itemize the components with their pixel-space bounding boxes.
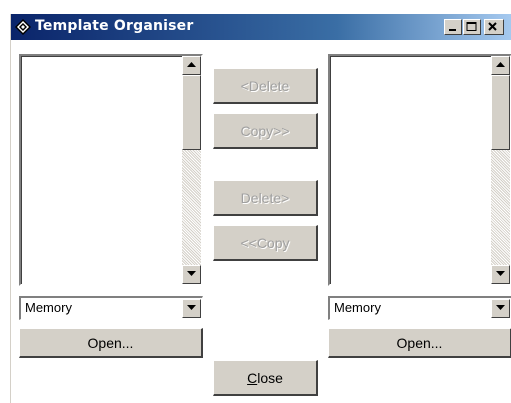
left-open-button[interactable]: Open... (19, 328, 203, 358)
left-list-scrollbar[interactable] (182, 56, 201, 284)
left-list-content[interactable] (21, 56, 201, 284)
delete-right-button[interactable]: Delete> (213, 180, 318, 216)
right-template-list[interactable] (328, 54, 511, 286)
right-scroll-thumb[interactable] (491, 75, 510, 150)
maximize-button[interactable] (463, 19, 481, 35)
right-source-combo[interactable]: Memory (328, 296, 511, 320)
close-icon (488, 22, 497, 31)
right-scroll-down-button[interactable] (491, 265, 510, 284)
left-combo-value: Memory (25, 300, 72, 315)
left-scroll-thumb[interactable] (182, 75, 201, 150)
right-list-scrollbar[interactable] (491, 56, 510, 284)
left-scroll-up-button[interactable] (182, 56, 201, 75)
window-title: Template Organiser (35, 18, 194, 34)
maximize-icon (466, 22, 477, 31)
arrow-down-icon (187, 271, 196, 276)
close-button-label-rest: lose (257, 369, 283, 386)
right-open-button[interactable]: Open... (328, 328, 511, 358)
minimize-icon (449, 29, 456, 31)
copy-left-button[interactable]: <<Copy (213, 225, 318, 261)
right-combo-dropdown-button[interactable] (491, 299, 510, 318)
chevron-down-icon (187, 305, 196, 310)
close-window-button[interactable] (484, 19, 504, 35)
copy-right-button[interactable]: Copy>> (213, 113, 318, 149)
left-source-combo[interactable]: Memory (19, 296, 203, 320)
left-template-list[interactable] (19, 54, 203, 286)
template-organiser-window: Template Organiser <Delete Copy>> Delete… (10, 14, 511, 403)
title-bar[interactable]: Template Organiser (11, 14, 511, 40)
arrow-up-icon (187, 62, 196, 67)
delete-left-button[interactable]: <Delete (213, 68, 318, 104)
right-scroll-up-button[interactable] (491, 56, 510, 75)
arrow-down-icon (496, 271, 505, 276)
left-combo-dropdown-button[interactable] (182, 299, 201, 318)
close-button[interactable]: Close (213, 360, 318, 396)
right-combo-value: Memory (334, 300, 381, 315)
close-button-mnemonic: C (247, 369, 258, 386)
app-icon[interactable] (15, 19, 31, 35)
arrow-up-icon (496, 62, 505, 67)
left-scroll-down-button[interactable] (182, 265, 201, 284)
chevron-down-icon (496, 305, 505, 310)
minimize-button[interactable] (444, 19, 462, 35)
right-list-content[interactable] (330, 56, 510, 284)
